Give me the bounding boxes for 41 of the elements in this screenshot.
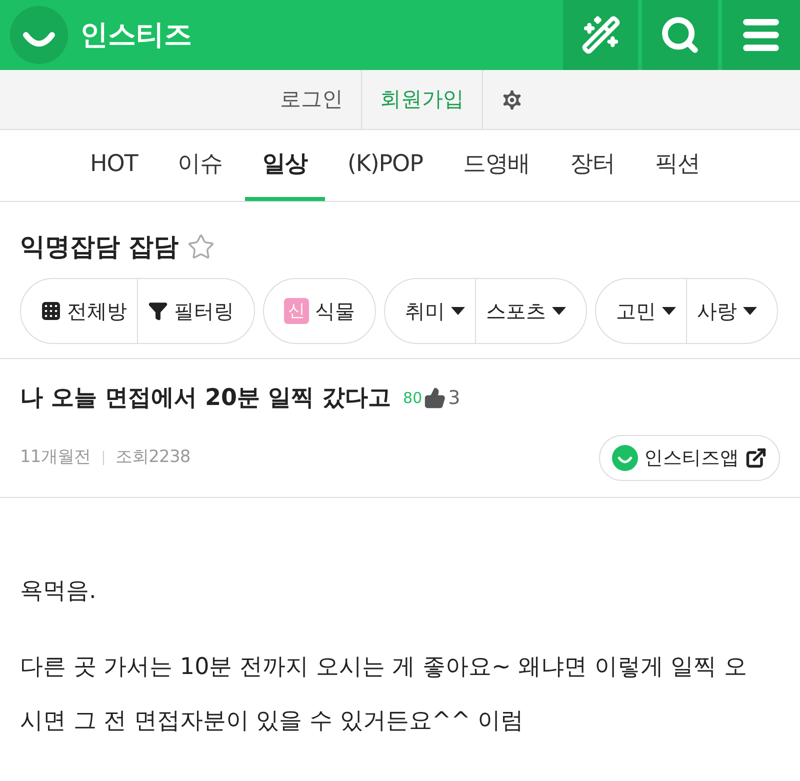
- filter-chip[interactable]: 필터링: [137, 278, 244, 342]
- new-badge: 신: [284, 298, 309, 324]
- board-title: 익명잡담 잡담: [20, 231, 179, 263]
- post-title: 나 오늘 면접에서 20분 일찍 갔다고: [20, 384, 392, 412]
- post-paragraph: 다른 곳 가서는 10분 전까지 오시는 게 좋아요~ 왜냐면 이렇게 일찍 오시면 그 전 면접자분이 있을 수 있거든요^^ 이럼: [20, 653, 748, 736]
- filter-chip[interactable]: 고민: [606, 278, 686, 342]
- like-count: 3: [448, 386, 460, 410]
- category-tab[interactable]: 일상: [244, 130, 326, 201]
- login-link[interactable]: 로그인: [262, 70, 362, 129]
- search-button[interactable]: [642, 0, 718, 70]
- filter-icon: [148, 300, 168, 320]
- thumbs-up-icon: [424, 386, 446, 409]
- logo-icon: [10, 6, 68, 64]
- post-paragraph: 욕먹음.: [20, 577, 98, 606]
- menu-button[interactable]: [722, 0, 800, 70]
- category-tab[interactable]: 드영배: [444, 130, 548, 201]
- magic-wand-icon: [580, 15, 620, 55]
- app-button[interactable]: 인스티즈앱: [599, 435, 780, 481]
- post-time: 11개월전: [20, 446, 91, 470]
- filter-chip[interactable]: 취미: [395, 278, 475, 342]
- category-tab[interactable]: (K)POP: [329, 130, 441, 201]
- search-icon: [660, 15, 700, 55]
- logo-icon: [612, 445, 638, 471]
- caret-icon: [743, 306, 757, 314]
- comment-count: 80: [403, 388, 422, 408]
- filter-chip[interactable]: 신 식물: [274, 278, 365, 342]
- grid-icon: [41, 300, 61, 320]
- external-link-icon: [745, 447, 767, 469]
- caret-icon: [552, 306, 566, 314]
- filter-chip[interactable]: 전체방: [31, 278, 137, 342]
- view-count: 조회2238: [116, 446, 190, 470]
- category-tab[interactable]: 이슈: [160, 130, 241, 201]
- category-tab[interactable]: 장터: [552, 130, 634, 201]
- magic-wand-button[interactable]: [563, 0, 638, 70]
- category-tab[interactable]: HOT: [72, 130, 156, 201]
- filter-chip[interactable]: 스포츠: [475, 278, 576, 342]
- caret-icon: [662, 306, 676, 314]
- category-tab[interactable]: 픽션: [637, 130, 718, 201]
- caret-icon: [451, 306, 465, 314]
- filter-chip[interactable]: 사랑: [686, 278, 767, 342]
- favorite-star-icon[interactable]: [186, 232, 215, 261]
